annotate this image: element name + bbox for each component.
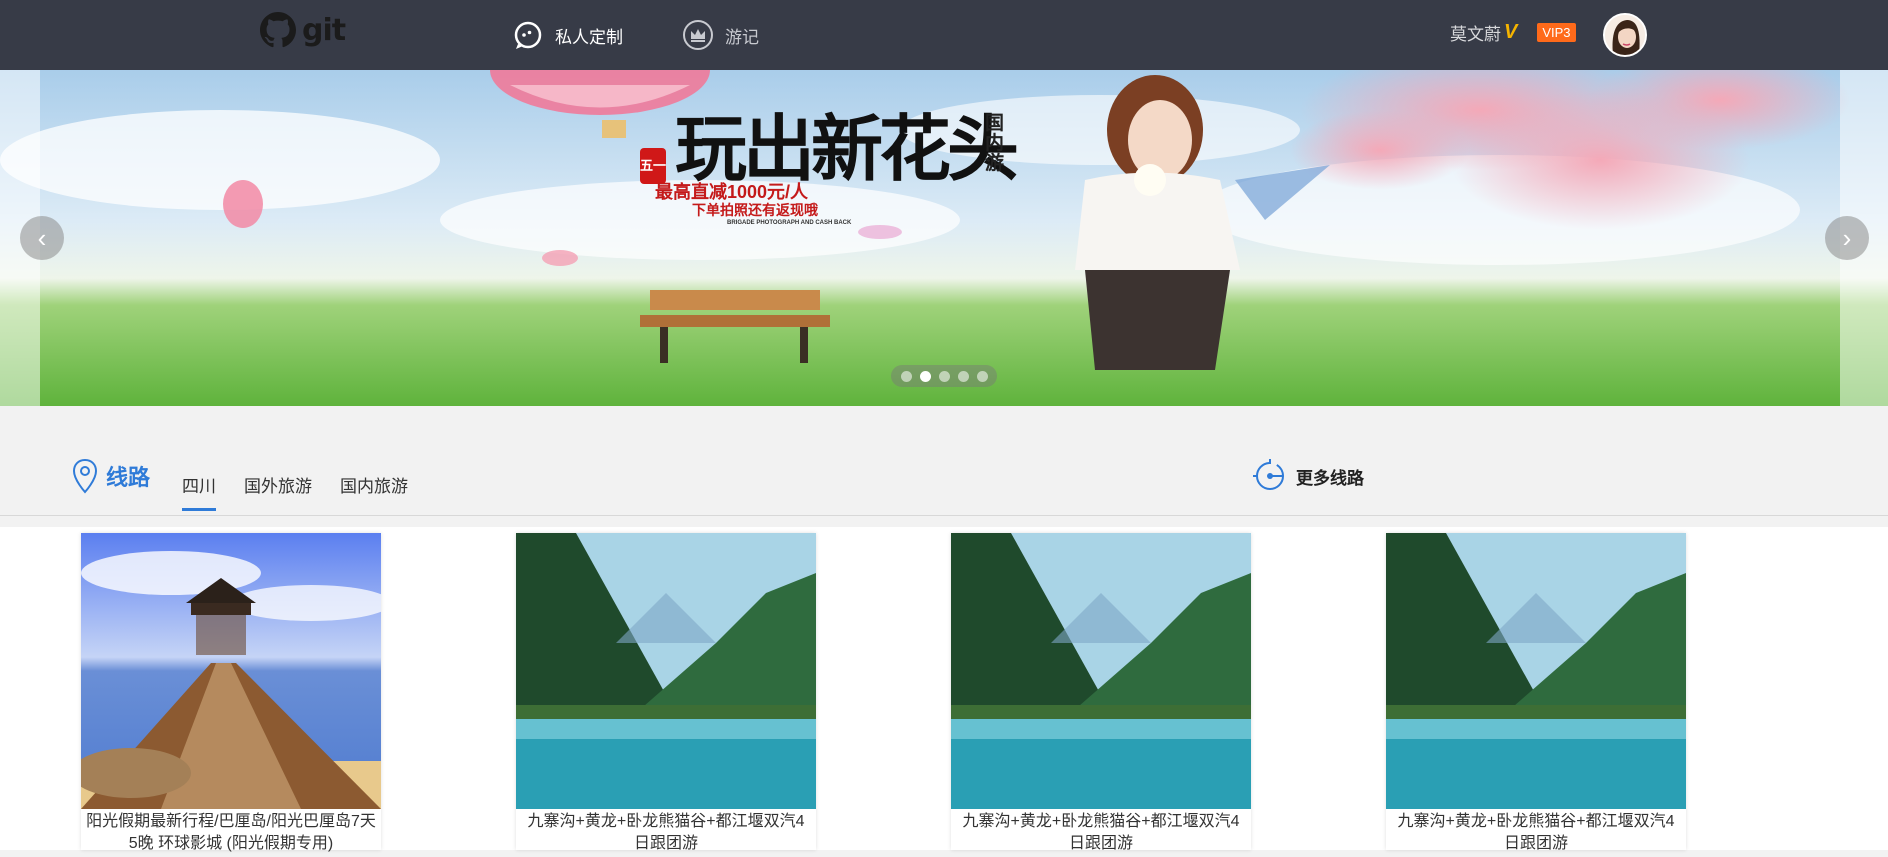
banner-next-arrow[interactable]: › xyxy=(1825,216,1869,260)
tab-domestic[interactable]: 国内旅游 xyxy=(340,472,408,497)
banner-promo-small: BRIGADE PHOTOGRAPH AND CASH BACK xyxy=(727,220,852,226)
vip-badge: VIP3 xyxy=(1537,23,1576,42)
route-card[interactable]: 九寨沟+黄龙+卧龙熊猫谷+都江堰双汽4日跟团游 xyxy=(1386,533,1686,852)
nav-private-custom[interactable]: 私人定制 xyxy=(513,18,623,52)
user-info[interactable]: 莫文蔚 V VIP3 xyxy=(1450,20,1576,45)
tab-overseas[interactable]: 国外旅游 xyxy=(244,472,312,497)
chat-icon xyxy=(513,20,543,50)
banner-dot[interactable] xyxy=(957,370,969,382)
hero-banner[interactable]: 五一 玩出新花头 国内游 最高直减1000元/人 下单拍照还有返现哦 BRIGA… xyxy=(0,70,1888,406)
nav-label: 游记 xyxy=(725,27,759,47)
route-cards: 阳光假期最新行程/巴厘岛/阳光巴厘岛7天5晚 环球影城 (阳光假期专用) 九寨沟… xyxy=(0,527,1888,852)
route-card[interactable]: 九寨沟+黄龙+卧龙熊猫谷+都江堰双汽4日跟团游 xyxy=(516,533,816,852)
nav-travelogue[interactable]: 游记 xyxy=(683,18,759,52)
routes-section-header: 线路 四川 国外旅游 国内旅游 更多线路 xyxy=(0,406,1888,516)
route-image-jiuzhaigou xyxy=(1386,533,1686,809)
banner-pagination xyxy=(891,365,997,387)
route-image-jiuzhaigou xyxy=(951,533,1251,809)
nav-label: 私人定制 xyxy=(555,27,623,47)
tab-sichuan[interactable]: 四川 xyxy=(182,472,216,511)
top-navbar: git 私人定制 游记 莫文蔚 V VIP3 xyxy=(0,0,1888,70)
avatar[interactable] xyxy=(1603,13,1647,57)
banner-prev-arrow[interactable]: ‹ xyxy=(20,216,64,260)
logo-text: git xyxy=(302,12,346,48)
location-pin-icon xyxy=(72,458,98,494)
banner-side-text: 国内游 xyxy=(985,113,1005,174)
banner-promo-line2: 下单拍照还有返现哦 xyxy=(692,202,818,218)
verified-icon: V xyxy=(1504,21,1518,43)
banner-dot[interactable] xyxy=(976,370,988,382)
section-title-text: 线路 xyxy=(106,465,151,490)
route-card[interactable]: 阳光假期最新行程/巴厘岛/阳光巴厘岛7天5晚 环球影城 (阳光假期专用) xyxy=(81,533,381,852)
github-icon xyxy=(260,12,296,48)
site-logo[interactable]: git xyxy=(260,10,346,50)
crown-icon xyxy=(683,20,713,50)
banner-dot[interactable] xyxy=(900,370,912,382)
more-routes-label: 更多线路 xyxy=(1296,468,1364,488)
route-image-pier xyxy=(81,533,381,809)
compass-icon xyxy=(1253,459,1284,490)
route-image-jiuzhaigou xyxy=(516,533,816,809)
more-routes-link[interactable]: 更多线路 xyxy=(1252,458,1364,494)
banner-dot[interactable] xyxy=(919,370,931,382)
route-card[interactable]: 九寨沟+黄龙+卧龙熊猫谷+都江堰双汽4日跟团游 xyxy=(951,533,1251,852)
section-title: 线路 xyxy=(72,458,150,494)
banner-dot[interactable] xyxy=(938,370,950,382)
username: 莫文蔚 xyxy=(1450,25,1501,44)
